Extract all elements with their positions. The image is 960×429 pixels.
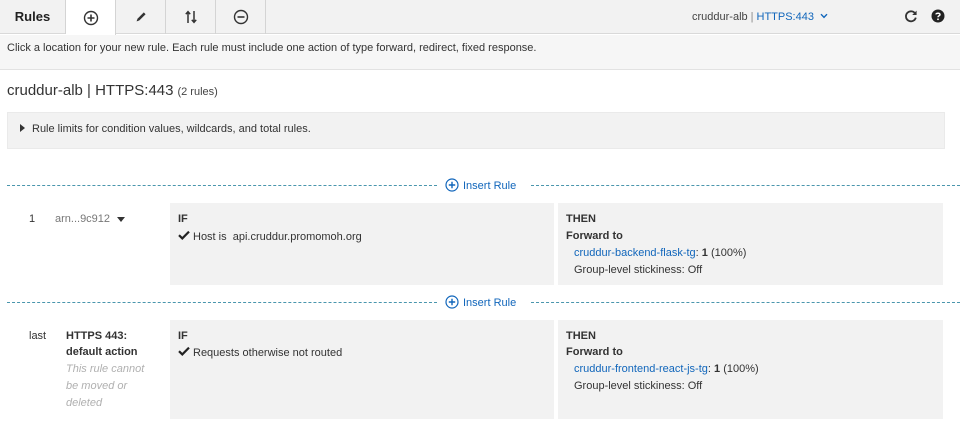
divider: [7, 185, 437, 186]
condition-line: Host is api.cruddur.promomoh.org: [178, 230, 362, 243]
condition-text: Host is api.cruddur.promomoh.org: [193, 230, 362, 243]
plus-circle-icon: [445, 177, 463, 195]
caret-right-icon: [20, 124, 25, 132]
target-group-line: cruddur-backend-flask-tg: 1 (100%): [574, 247, 747, 259]
chevron-down-icon: [820, 10, 828, 22]
target-group-link[interactable]: cruddur-frontend-react-js-tg: [574, 363, 708, 375]
stickiness-text: Group-level stickiness: Off: [574, 380, 703, 392]
page-title: cruddur-alb | HTTPS:443 (2 rules): [7, 82, 218, 99]
target-percent: (100%): [710, 247, 747, 259]
divider: [7, 302, 437, 303]
reorder-rules-button[interactable]: [166, 0, 216, 34]
delete-rules-button[interactable]: [216, 0, 266, 34]
target-weight: 1: [714, 363, 721, 375]
plus-circle-icon: [445, 294, 463, 312]
then-label: THEN: [566, 213, 596, 225]
rule-limits-expander[interactable]: Rule limits for condition values, wildca…: [7, 112, 945, 149]
default-rule-note: This rule cannot be moved or deleted: [66, 361, 156, 412]
divider: [531, 185, 960, 186]
pencil-icon: [134, 10, 148, 24]
insert-rule-row: Insert Rule: [7, 294, 960, 312]
checkmark-icon: [178, 230, 193, 243]
rules-toolbar: Rules cruddur-alb | HTTPS:443: [0, 0, 960, 35]
minus-circle-icon: [233, 9, 249, 25]
default-action-title-line2: default action: [66, 346, 138, 358]
help-icon[interactable]: [930, 8, 946, 24]
default-action-title: HTTPS 443: default action: [66, 328, 166, 360]
rule-limits-label: Rule limits for condition values, wildca…: [32, 123, 311, 135]
plus-circle-icon: [83, 10, 99, 26]
default-rule-note-line: be moved or: [66, 380, 128, 392]
caret-down-icon: [117, 216, 126, 222]
insert-rule-label: Insert Rule: [463, 180, 517, 192]
if-panel[interactable]: IF Host is api.cruddur.promomoh.org: [170, 203, 554, 285]
checkmark-icon: [178, 346, 193, 359]
insert-rule-label: Insert Rule: [463, 297, 517, 309]
reorder-arrows-icon: [184, 9, 198, 25]
stickiness-text: Group-level stickiness: Off: [574, 264, 703, 276]
page-title-text: cruddur-alb | HTTPS:443: [7, 82, 174, 99]
load-balancer-name: cruddur-alb: [692, 11, 748, 23]
add-rules-button[interactable]: [66, 0, 116, 35]
insert-rule-button[interactable]: Insert Rule: [445, 294, 517, 312]
action-label: Forward to: [566, 346, 623, 358]
if-label: IF: [178, 213, 188, 225]
instruction-text: Click a location for your new rule. Each…: [0, 35, 960, 70]
then-panel[interactable]: THEN Forward to cruddur-frontend-react-j…: [558, 320, 943, 419]
default-rule-note-line: This rule cannot: [66, 363, 145, 375]
listener-selector[interactable]: cruddur-alb | HTTPS:443: [692, 10, 828, 23]
edit-rules-button[interactable]: [116, 0, 166, 34]
insert-rule-row: Insert Rule: [7, 177, 960, 195]
rule-count: (2 rules): [177, 86, 218, 98]
insert-rule-button[interactable]: Insert Rule: [445, 177, 517, 195]
default-action-title-line1: HTTPS 443:: [66, 330, 128, 342]
target-group-line: cruddur-frontend-react-js-tg: 1 (100%): [574, 363, 759, 375]
listener-dropdown[interactable]: HTTPS:443: [757, 11, 814, 23]
then-label: THEN: [566, 330, 596, 342]
action-label: Forward to: [566, 230, 623, 242]
target-weight: 1: [701, 247, 708, 259]
rule-arn-dropdown[interactable]: arn...9c912: [55, 213, 126, 225]
target-group-link[interactable]: cruddur-backend-flask-tg: [574, 247, 696, 259]
condition-line: Requests otherwise not routed: [178, 346, 342, 359]
divider: [531, 302, 960, 303]
target-percent: (100%): [723, 363, 759, 375]
if-label: IF: [178, 330, 188, 342]
rule-number: 1: [29, 213, 36, 225]
toolbar-title: Rules: [0, 0, 66, 34]
refresh-icon[interactable]: [903, 8, 919, 24]
default-rule-note-line: deleted: [66, 397, 103, 409]
rule-arn: arn...9c912: [55, 213, 111, 225]
if-panel: IF Requests otherwise not routed: [170, 320, 554, 419]
then-panel[interactable]: THEN Forward to cruddur-backend-flask-tg…: [558, 203, 943, 285]
condition-text: Requests otherwise not routed: [193, 346, 343, 359]
rule-number: last: [29, 330, 47, 342]
